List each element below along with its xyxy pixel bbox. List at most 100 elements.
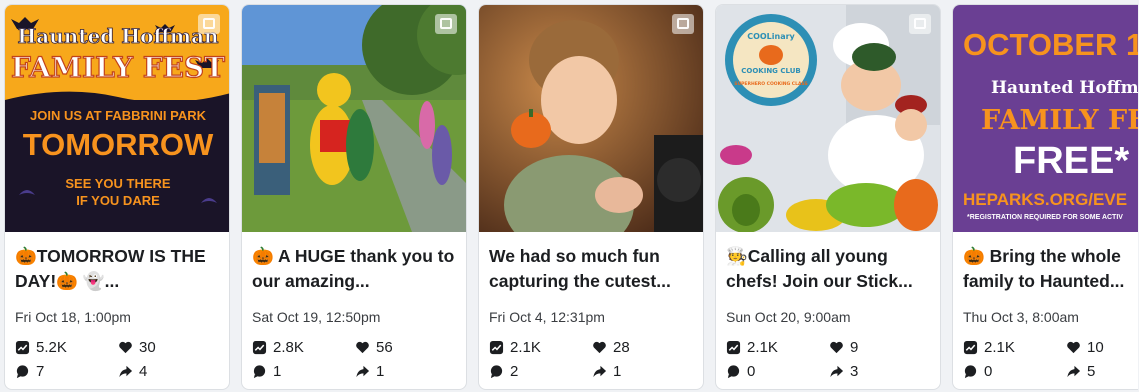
comment-icon bbox=[727, 365, 740, 379]
share-arrow-icon bbox=[1067, 365, 1081, 378]
shares-stat: 5 bbox=[1066, 363, 1138, 380]
post-grid: Haunted Hoffman FAMILY FEST JOIN US AT F… bbox=[4, 4, 1138, 390]
trend-up-icon bbox=[963, 340, 978, 355]
thumb-badge-top: COOLinary bbox=[747, 32, 795, 41]
shares-value: 1 bbox=[613, 363, 622, 380]
photo-icon bbox=[435, 14, 457, 34]
shares-stat: 1 bbox=[355, 363, 445, 380]
post-thumbnail[interactable]: COOLinary COOKING CLUB SUPERHERO COOKING… bbox=[716, 5, 940, 232]
photo-icon bbox=[909, 14, 931, 34]
shares-value: 1 bbox=[376, 363, 385, 380]
shares-stat: 4 bbox=[118, 363, 208, 380]
post-card[interactable]: 🎃 A HUGE thank you to our amazing... Sat… bbox=[241, 4, 467, 390]
reach-value: 2.1K bbox=[747, 339, 778, 356]
comments-stat: 7 bbox=[15, 363, 118, 380]
likes-value: 28 bbox=[613, 339, 630, 356]
reach-stat: 2.1K bbox=[963, 339, 1066, 356]
reach-value: 2.1K bbox=[510, 339, 541, 356]
heart-icon bbox=[593, 341, 606, 354]
comment-icon bbox=[490, 365, 503, 379]
trend-up-icon bbox=[252, 340, 267, 355]
thumb-line2: FAMILY FEST bbox=[11, 51, 225, 84]
photo-icon bbox=[198, 14, 220, 34]
heart-icon bbox=[830, 341, 843, 354]
heart-icon bbox=[1067, 341, 1080, 354]
thumb-line4: TOMORROW bbox=[23, 127, 214, 162]
post-stats: 5.2K 30 7 4 bbox=[15, 339, 219, 380]
post-date: Fri Oct 4, 12:31pm bbox=[489, 309, 605, 325]
reach-value: 2.8K bbox=[273, 339, 304, 356]
post-date: Thu Oct 3, 8:00am bbox=[963, 309, 1079, 325]
reach-stat: 2.8K bbox=[252, 339, 355, 356]
thumb-line3: JOIN US AT FABBRINI PARK bbox=[30, 108, 207, 123]
likes-value: 30 bbox=[139, 339, 156, 356]
post-title[interactable]: 🎃 Bring the whole family to Haunted... bbox=[963, 244, 1128, 294]
thumb-badge-mid: COOKING CLUB bbox=[741, 67, 800, 75]
post-stats: 2.8K 56 1 1 bbox=[252, 339, 456, 380]
thumb-line5: SEE YOU THERE bbox=[65, 176, 171, 191]
shares-stat: 1 bbox=[592, 363, 682, 380]
thumb-line3: FAMILY FEST bbox=[981, 105, 1138, 136]
thumb-line1: Haunted Hoffman bbox=[17, 24, 219, 48]
likes-value: 10 bbox=[1087, 339, 1104, 356]
likes-stat: 30 bbox=[118, 339, 208, 356]
post-card[interactable]: Haunted Hoffman FAMILY FEST JOIN US AT F… bbox=[4, 4, 230, 390]
thumb-line6: *REGISTRATION REQUIRED FOR SOME ACTIV bbox=[967, 214, 1123, 221]
post-card[interactable]: OCTOBER 1 Haunted Hoffman FAMILY FEST FR… bbox=[952, 4, 1138, 390]
trend-up-icon bbox=[15, 340, 30, 355]
post-thumbnail[interactable]: Haunted Hoffman FAMILY FEST JOIN US AT F… bbox=[5, 5, 229, 232]
post-stats: 2.1K 9 0 3 bbox=[726, 339, 930, 380]
post-thumbnail[interactable]: OCTOBER 1 Haunted Hoffman FAMILY FEST FR… bbox=[953, 5, 1138, 232]
thumb-line2: Haunted Hoffman bbox=[991, 78, 1138, 98]
trend-up-icon bbox=[726, 340, 741, 355]
post-title[interactable]: 🎃TOMORROW IS THE DAY!🎃 👻... bbox=[15, 244, 219, 294]
shares-stat: 3 bbox=[829, 363, 919, 380]
comments-stat: 2 bbox=[489, 363, 592, 380]
share-arrow-icon bbox=[356, 365, 370, 378]
thumb-line4: FREE* bbox=[1013, 140, 1129, 182]
photo-icon bbox=[672, 14, 694, 34]
post-title[interactable]: 🧑‍🍳Calling all young chefs! Join our Sti… bbox=[726, 244, 930, 294]
likes-stat: 10 bbox=[1066, 339, 1138, 356]
post-date: Fri Oct 18, 1:00pm bbox=[15, 309, 131, 325]
shares-value: 3 bbox=[850, 363, 859, 380]
post-title[interactable]: We had so much fun capturing the cutest.… bbox=[489, 244, 693, 294]
comment-icon bbox=[964, 365, 977, 379]
reach-value: 5.2K bbox=[36, 339, 67, 356]
post-title[interactable]: 🎃 A HUGE thank you to our amazing... bbox=[252, 244, 456, 294]
comments-value: 2 bbox=[510, 363, 519, 380]
post-thumbnail[interactable] bbox=[242, 5, 466, 232]
post-date: Sun Oct 20, 9:00am bbox=[726, 309, 851, 325]
likes-stat: 28 bbox=[592, 339, 682, 356]
reach-value: 2.1K bbox=[984, 339, 1015, 356]
comments-value: 0 bbox=[747, 363, 756, 380]
post-stats: 2.1K 10 0 5 bbox=[963, 339, 1128, 380]
shares-value: 4 bbox=[139, 363, 148, 380]
reach-stat: 5.2K bbox=[15, 339, 118, 356]
reach-stat: 2.1K bbox=[726, 339, 829, 356]
post-stats: 2.1K 28 2 1 bbox=[489, 339, 693, 380]
comment-icon bbox=[253, 365, 266, 379]
comments-value: 0 bbox=[984, 363, 993, 380]
thumb-badge-bot: SUPERHERO COOKING CLASS bbox=[734, 81, 808, 87]
comments-stat: 0 bbox=[726, 363, 829, 380]
likes-stat: 56 bbox=[355, 339, 445, 356]
heart-icon bbox=[356, 341, 369, 354]
comments-stat: 1 bbox=[252, 363, 355, 380]
post-card[interactable]: We had so much fun capturing the cutest.… bbox=[478, 4, 704, 390]
thumb-line5: HEPARKS.ORG/EVE bbox=[963, 190, 1127, 209]
share-arrow-icon bbox=[830, 365, 844, 378]
thumb-line6: IF YOU DARE bbox=[76, 193, 160, 208]
likes-stat: 9 bbox=[829, 339, 919, 356]
comments-value: 1 bbox=[273, 363, 282, 380]
trend-up-icon bbox=[489, 340, 504, 355]
comments-value: 7 bbox=[36, 363, 45, 380]
thumb-line1: OCTOBER 1 bbox=[963, 27, 1138, 62]
shares-value: 5 bbox=[1087, 363, 1096, 380]
post-card[interactable]: COOLinary COOKING CLUB SUPERHERO COOKING… bbox=[715, 4, 941, 390]
comment-icon bbox=[16, 365, 29, 379]
likes-value: 56 bbox=[376, 339, 393, 356]
share-arrow-icon bbox=[593, 365, 607, 378]
post-thumbnail[interactable] bbox=[479, 5, 703, 232]
post-date: Sat Oct 19, 12:50pm bbox=[252, 309, 381, 325]
